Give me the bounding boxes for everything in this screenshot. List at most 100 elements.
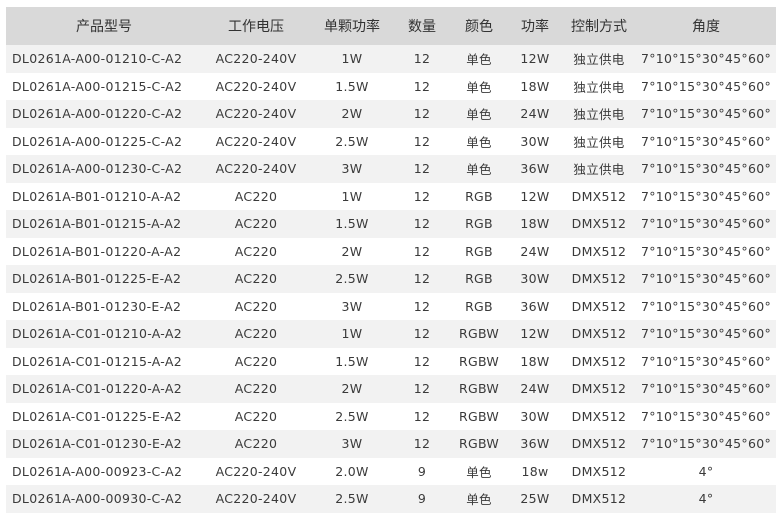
power-cell: 24W [508,100,562,128]
power-cell: 30W [508,402,562,430]
control-cell: 独立供电 [562,45,636,73]
power-cell: 12W [508,320,562,348]
model-cell: DL0261A-B01-01215-A-A2 [6,210,202,238]
unit-power-cell: 2W [310,375,394,403]
unit-power-cell: 2W [310,237,394,265]
control-cell: DMX512 [562,210,636,238]
quantity-cell: 9 [394,485,450,513]
unit-power-cell: 3W [310,430,394,458]
model-cell: DL0261A-B01-01220-A-A2 [6,237,202,265]
quantity-cell: 12 [394,265,450,293]
color-cell: 单色 [450,155,508,183]
angle-cell: 7°10°15°30°45°60° [636,182,776,210]
power-cell: 18W [508,72,562,100]
power-cell: 18W [508,347,562,375]
header-voltage: 工作电压 [202,7,310,45]
angle-cell: 7°10°15°30°45°60° [636,292,776,320]
model-cell: DL0261A-A00-01225-C-A2 [6,127,202,155]
voltage-cell: AC220-240V [202,155,310,183]
unit-power-cell: 2.5W [310,127,394,155]
table-row: DL0261A-A00-01230-C-A2 AC220-240V 3W 12 单色 36… [6,155,776,183]
color-cell: 单色 [450,485,508,513]
unit-power-cell: 2W [310,100,394,128]
quantity-cell: 12 [394,45,450,73]
table-body: DL0261A-A00-01210-C-A2 AC220-240V 1W 12 单色 12… [6,45,776,513]
model-cell: DL0261A-C01-01210-A-A2 [6,320,202,348]
header-color: 颜色 [450,7,508,45]
table-row: DL0261A-C01-01220-A-A2 AC220 2W 12 RGBW 24W DM… [6,375,776,403]
voltage-cell: AC220 [202,182,310,210]
control-cell: DMX512 [562,347,636,375]
color-cell: RGBW [450,347,508,375]
voltage-cell: AC220 [202,210,310,238]
model-cell: DL0261A-C01-01230-E-A2 [6,430,202,458]
control-cell: DMX512 [562,402,636,430]
table-row: DL0261A-B01-01225-E-A2 AC220 2.5W 12 RGB 30W D… [6,265,776,293]
header-quantity: 数量 [394,7,450,45]
quantity-cell: 12 [394,375,450,403]
power-cell: 12W [508,45,562,73]
angle-cell: 7°10°15°30°45°60° [636,45,776,73]
voltage-cell: AC220-240V [202,45,310,73]
color-cell: RGB [450,292,508,320]
control-cell: DMX512 [562,320,636,348]
voltage-cell: AC220 [202,430,310,458]
table-row: DL0261A-B01-01215-A-A2 AC220 1.5W 12 RGB 18W D… [6,210,776,238]
voltage-cell: AC220 [202,347,310,375]
model-cell: DL0261A-A00-01230-C-A2 [6,155,202,183]
unit-power-cell: 1W [310,320,394,348]
color-cell: RGB [450,182,508,210]
quantity-cell: 12 [394,402,450,430]
unit-power-cell: 1.5W [310,72,394,100]
power-cell: 18w [508,457,562,485]
control-cell: DMX512 [562,237,636,265]
angle-cell: 7°10°15°30°45°60° [636,265,776,293]
table-row: DL0261A-A00-01220-C-A2 AC220-240V 2W 12 单色 24… [6,100,776,128]
control-cell: 独立供电 [562,72,636,100]
header-model: 产品型号 [6,7,202,45]
color-cell: 单色 [450,72,508,100]
power-cell: 24W [508,237,562,265]
voltage-cell: AC220-240V [202,100,310,128]
model-cell: DL0261A-C01-01225-E-A2 [6,402,202,430]
control-cell: DMX512 [562,265,636,293]
table-row: DL0261A-C01-01215-A-A2 AC220 1.5W 12 RGBW 18W… [6,347,776,375]
control-cell: DMX512 [562,457,636,485]
quantity-cell: 12 [394,292,450,320]
power-cell: 36W [508,430,562,458]
angle-cell: 7°10°15°30°45°60° [636,127,776,155]
unit-power-cell: 1.5W [310,210,394,238]
voltage-cell: AC220-240V [202,457,310,485]
voltage-cell: AC220 [202,402,310,430]
unit-power-cell: 1.5W [310,347,394,375]
model-cell: DL0261A-B01-01230-E-A2 [6,292,202,320]
power-cell: 30W [508,265,562,293]
angle-cell: 7°10°15°30°45°60° [636,375,776,403]
angle-cell: 7°10°15°30°45°60° [636,320,776,348]
table-row: DL0261A-C01-01210-A-A2 AC220 1W 12 RGBW 12W DM… [6,320,776,348]
quantity-cell: 12 [394,320,450,348]
quantity-cell: 12 [394,100,450,128]
control-cell: 独立供电 [562,127,636,155]
power-cell: 36W [508,155,562,183]
control-cell: 独立供电 [562,100,636,128]
color-cell: RGB [450,210,508,238]
control-cell: DMX512 [562,182,636,210]
angle-cell: 7°10°15°30°45°60° [636,72,776,100]
power-cell: 36W [508,292,562,320]
control-cell: DMX512 [562,485,636,513]
product-spec-table: 产品型号 工作电压 单颗功率 数量 颜色 功率 控制方式 角度 DL0261A-… [6,7,776,513]
quantity-cell: 12 [394,237,450,265]
angle-cell: 7°10°15°30°45°60° [636,347,776,375]
table-row: DL0261A-A00-01225-C-A2 AC220-240V 2.5W 12 单色… [6,127,776,155]
model-cell: DL0261A-C01-01215-A-A2 [6,347,202,375]
color-cell: 单色 [450,127,508,155]
model-cell: DL0261A-A00-00923-C-A2 [6,457,202,485]
table-row: DL0261A-A00-01215-C-A2 AC220-240V 1.5W 12 单色… [6,72,776,100]
table-header: 产品型号 工作电压 单颗功率 数量 颜色 功率 控制方式 角度 [6,7,776,45]
unit-power-cell: 2.5W [310,265,394,293]
quantity-cell: 12 [394,210,450,238]
unit-power-cell: 3W [310,155,394,183]
voltage-cell: AC220 [202,265,310,293]
control-cell: DMX512 [562,292,636,320]
